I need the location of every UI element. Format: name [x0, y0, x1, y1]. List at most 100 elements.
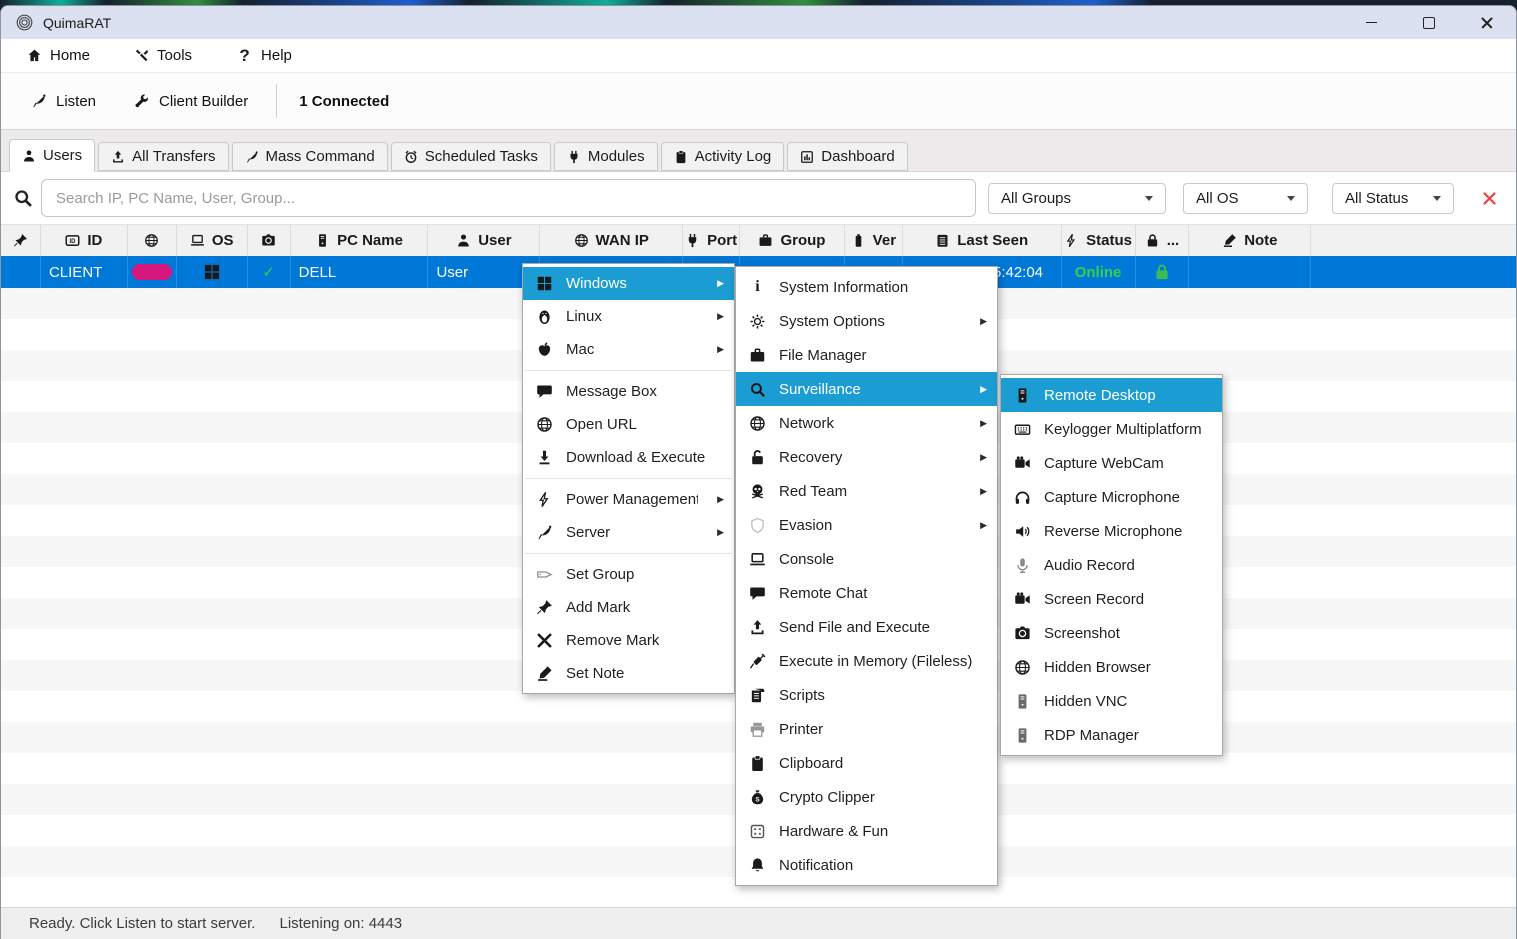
menu-item-remove-mark[interactable]: Remove Mark	[523, 624, 734, 657]
menu-item-message-box[interactable]: Message Box	[523, 375, 734, 408]
menu-item-download-execute[interactable]: Download & Execute	[523, 441, 734, 474]
menu-item-network[interactable]: Network▶	[736, 406, 997, 440]
menu-item-evasion[interactable]: Evasion▶	[736, 508, 997, 542]
column-header-ver[interactable]: Ver	[845, 225, 903, 256]
scroll-icon	[749, 687, 766, 704]
close-icon	[1480, 16, 1494, 30]
menubar-item-help[interactable]: ?Help	[236, 47, 292, 64]
menu-item-hidden-vnc[interactable]: Hidden VNC	[1001, 684, 1222, 718]
column-header-pin[interactable]	[1, 225, 41, 256]
menu-item-label: Remote Desktop	[1044, 387, 1212, 404]
menu-item-system-information[interactable]: iSystem Information	[736, 270, 997, 304]
tab-mass-command[interactable]: Mass Command	[232, 142, 388, 171]
search-icon	[749, 381, 766, 398]
menu-item-red-team[interactable]: Red Team▶	[736, 474, 997, 508]
window-title: QuimaRAT	[43, 15, 111, 31]
menu-item-label: Recovery	[779, 449, 961, 466]
menu-item-capture-webcam[interactable]: Capture WebCam	[1001, 446, 1222, 480]
menu-item-console[interactable]: Console	[736, 542, 997, 576]
menu-item-notification[interactable]: Notification	[736, 848, 997, 882]
menu-item-label: Audio Record	[1044, 557, 1212, 574]
column-header-group[interactable]: Group	[740, 225, 845, 256]
menu-item-hidden-browser[interactable]: Hidden Browser	[1001, 650, 1222, 684]
menu-item-clipboard[interactable]: Clipboard	[736, 746, 997, 780]
search-input[interactable]	[41, 179, 976, 217]
menu-item-execute-in-memory-fileless[interactable]: Execute in Memory (Fileless)	[736, 644, 997, 678]
filter-all-os[interactable]: All OS	[1183, 183, 1308, 214]
windows-icon	[203, 263, 221, 281]
column-header-more[interactable]: ...	[1136, 225, 1190, 256]
menu-item-label: Set Note	[566, 665, 724, 682]
menu-item-screenshot[interactable]: Screenshot	[1001, 616, 1222, 650]
menu-item-keylogger-multiplatform[interactable]: Keylogger Multiplatform	[1001, 412, 1222, 446]
client-builder-button[interactable]: Client Builder	[134, 93, 248, 110]
menu-item-label: Clipboard	[779, 755, 987, 772]
tab-users[interactable]: Users	[9, 139, 95, 172]
menu-item-scripts[interactable]: Scripts	[736, 678, 997, 712]
menubar: Home Tools ?Help	[1, 39, 1516, 73]
menu-item-set-group[interactable]: Set Group	[523, 558, 734, 591]
column-header-screen[interactable]	[248, 225, 291, 256]
filter-all-groups[interactable]: All Groups	[988, 183, 1166, 214]
menu-item-server[interactable]: Server▶	[523, 516, 734, 549]
menu-item-screen-record[interactable]: Screen Record	[1001, 582, 1222, 616]
menu-item-audio-record[interactable]: Audio Record	[1001, 548, 1222, 582]
column-header-wan-ip[interactable]: WAN IP	[540, 225, 683, 256]
maximize-button[interactable]	[1400, 6, 1458, 39]
column-header-port[interactable]: Port	[683, 225, 740, 256]
menu-item-system-options[interactable]: System Options▶	[736, 304, 997, 338]
menu-item-power-management[interactable]: Power Management▶	[523, 483, 734, 516]
menu-item-crypto-clipper[interactable]: Crypto Clipper	[736, 780, 997, 814]
menu-item-printer[interactable]: Printer	[736, 712, 997, 746]
column-header-country[interactable]	[128, 225, 177, 256]
menu-item-surveillance[interactable]: Surveillance▶	[736, 372, 997, 406]
cell-status-text: Online	[1075, 264, 1122, 281]
menu-item-open-url[interactable]: Open URL	[523, 408, 734, 441]
menu-item-label: Hidden Browser	[1044, 659, 1212, 676]
plug-icon	[685, 233, 700, 248]
column-header-pc-name[interactable]: PC Name	[291, 225, 429, 256]
tab-dashboard[interactable]: Dashboard	[787, 142, 907, 171]
tab-modules[interactable]: Modules	[554, 142, 658, 171]
menu-item-reverse-microphone[interactable]: Reverse Microphone	[1001, 514, 1222, 548]
menu-item-file-manager[interactable]: File Manager	[736, 338, 997, 372]
clear-filters-button[interactable]	[1474, 183, 1504, 213]
tab-activity-log[interactable]: Activity Log	[661, 142, 785, 171]
clear-icon-wrap	[1482, 191, 1497, 206]
menu-item-add-mark[interactable]: Add Mark	[523, 591, 734, 624]
tab-scheduled-tasks[interactable]: Scheduled Tasks	[391, 142, 551, 171]
menu-item-send-file-and-execute[interactable]: Send File and Execute	[736, 610, 997, 644]
search-icon	[13, 188, 33, 208]
column-header-note[interactable]: Note	[1189, 225, 1311, 256]
menu-item-label: Console	[779, 551, 987, 568]
column-header-os[interactable]: OS	[177, 225, 248, 256]
menu-item-capture-microphone[interactable]: Capture Microphone	[1001, 480, 1222, 514]
menu-item-label: Hidden VNC	[1044, 693, 1212, 710]
column-header-last-seen[interactable]: Last Seen	[903, 225, 1062, 256]
tab-label: Dashboard	[821, 148, 894, 165]
filter-all-status[interactable]: All Status	[1332, 183, 1454, 214]
menu-item-windows[interactable]: Windows▶	[523, 267, 734, 300]
menubar-item-home[interactable]: Home	[27, 47, 90, 64]
close-button[interactable]	[1458, 6, 1516, 39]
menu-item-hardware-fun[interactable]: Hardware & Fun	[736, 814, 997, 848]
menu-item-set-note[interactable]: Set Note	[523, 657, 734, 690]
menu-item-linux[interactable]: Linux▶	[523, 300, 734, 333]
menu-item-remote-desktop[interactable]: Remote Desktop	[1001, 378, 1222, 412]
column-header-user[interactable]: User	[428, 225, 540, 256]
listen-button[interactable]: Listen	[31, 93, 96, 110]
shield-icon	[749, 517, 766, 534]
minimize-button[interactable]	[1342, 6, 1400, 39]
menu-item-remote-chat[interactable]: Remote Chat	[736, 576, 997, 610]
menu-item-rdp-manager[interactable]: RDP Manager	[1001, 718, 1222, 752]
penguin-icon	[536, 308, 553, 325]
menubar-item-tools[interactable]: Tools	[134, 47, 192, 64]
column-header-status[interactable]: Status	[1062, 225, 1136, 256]
menu-item-recovery[interactable]: Recovery▶	[736, 440, 997, 474]
tab-all-transfers[interactable]: All Transfers	[98, 142, 228, 171]
titlebar[interactable]: QuimaRAT	[1, 6, 1516, 39]
column-header-id[interactable]: ID	[41, 225, 128, 256]
menu-item-mac[interactable]: Mac▶	[523, 333, 734, 366]
info-icon: i	[749, 279, 766, 295]
filter-value: All OS	[1196, 190, 1239, 207]
